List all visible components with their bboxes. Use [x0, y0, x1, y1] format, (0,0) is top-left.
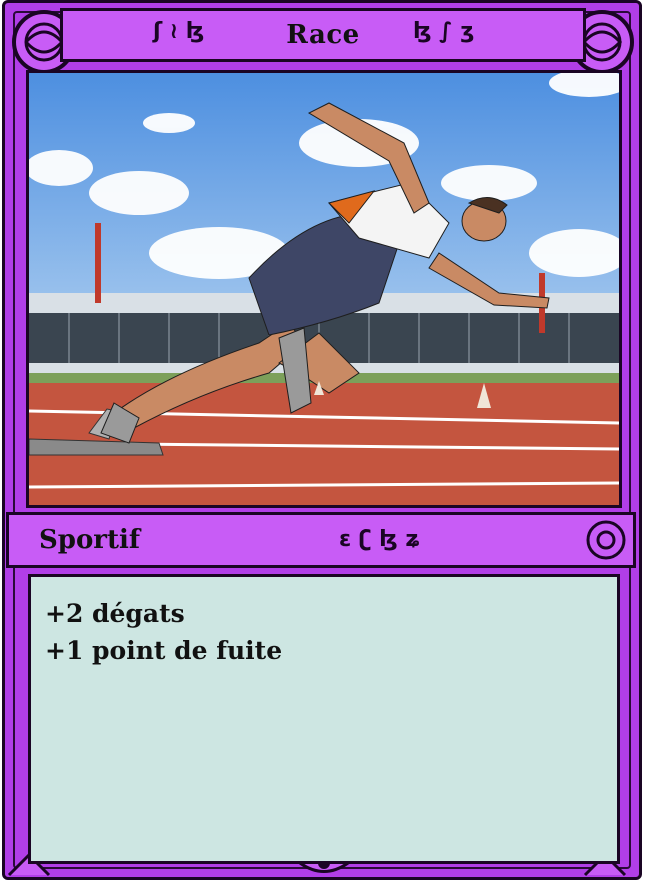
card-illustration — [26, 70, 622, 508]
type-ornament-icon — [586, 520, 626, 560]
effects-list: +2 dégats +1 point de fuite — [45, 595, 282, 669]
rune-decoration-icon: ɛ ʗ ɮ ʑ — [339, 527, 421, 552]
card-type-line: Sportif — [39, 525, 141, 555]
effect-line: +1 point de fuite — [45, 636, 283, 665]
type-bar: Sportif ɛ ʗ ɮ ʑ — [6, 512, 636, 568]
title-bar: Race ʃ ≀ ɮ ɮ ∫ ʒ — [60, 8, 586, 62]
sprinter-starting-block-icon — [29, 73, 619, 505]
card-title: Race — [286, 20, 360, 50]
rune-decoration-icon: ɮ ∫ ʒ — [413, 19, 475, 44]
rules-text-box: +2 dégats +1 point de fuite — [28, 574, 620, 864]
rune-decoration-icon: ʃ ≀ ɮ — [153, 19, 205, 44]
effect-line: +2 dégats — [45, 599, 185, 628]
game-card[interactable]: Race ʃ ≀ ɮ ɮ ∫ ʒ Sportif ɛ ʗ ɮ ʑ +2 déga… — [0, 0, 646, 882]
